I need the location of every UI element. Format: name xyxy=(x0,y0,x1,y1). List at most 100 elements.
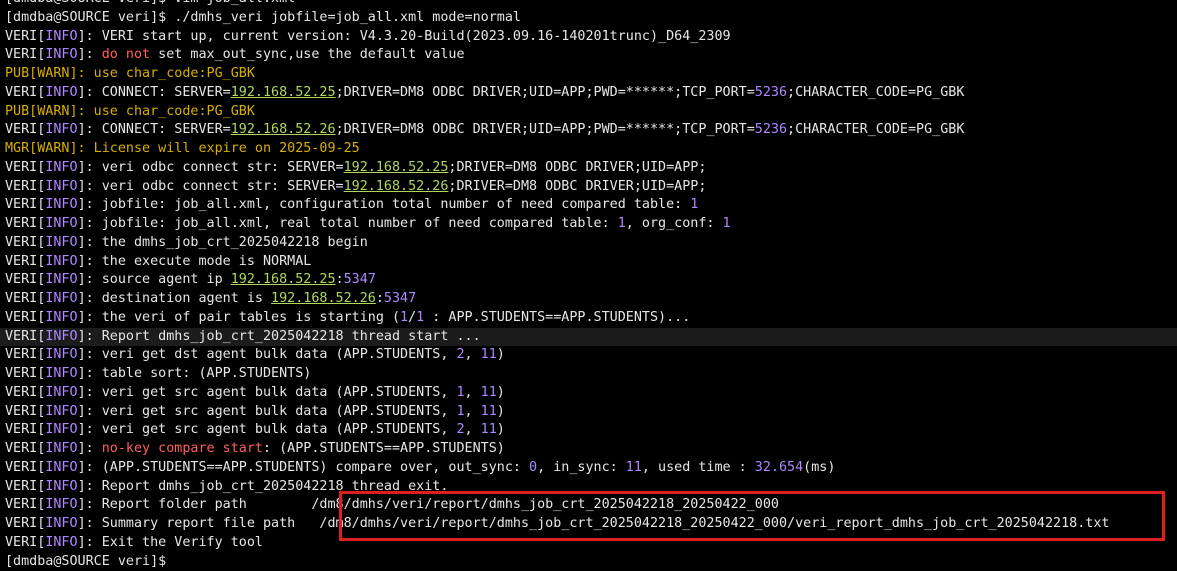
terminal-text-segment: INFO xyxy=(45,385,77,400)
terminal-text-segment: set max_out_sync,use the default value xyxy=(150,47,464,62)
terminal-line: VERI[INFO]: jobfile: job_all.xml, real t… xyxy=(0,215,1177,234)
terminal-text-segment: VERI xyxy=(5,179,37,194)
terminal-text-segment: 5236 xyxy=(755,85,787,100)
terminal-text-segment: VERI xyxy=(5,441,37,456)
terminal-text-segment: 1 xyxy=(618,216,626,231)
terminal-text-segment: 11 xyxy=(481,347,497,362)
terminal-text-segment: INFO xyxy=(45,235,77,250)
terminal-text-segment: VERI xyxy=(5,310,37,325)
terminal-text-segment: 1 xyxy=(723,216,731,231)
terminal-text-segment: INFO xyxy=(45,47,77,62)
terminal-text-segment: INFO xyxy=(45,254,77,269)
terminal-text-segment: ]: veri get src agent bulk data (APP.STU… xyxy=(78,404,457,419)
terminal-line: [dmdba@SOURCE veri]$ vim job_all.xml xyxy=(0,0,1177,9)
terminal-line: VERI[INFO]: Exit the Verify tool xyxy=(0,534,1177,553)
terminal-text-segment: VERI xyxy=(5,216,37,231)
terminal-text-segment: ]: Exit the Verify tool xyxy=(78,535,263,550)
terminal-text-segment: INFO xyxy=(45,272,77,287)
terminal-text-segment: 11 xyxy=(481,404,497,419)
terminal-text-segment: ]: veri get src agent bulk data (APP.STU… xyxy=(78,422,457,437)
terminal-text-segment: ]: xyxy=(78,441,102,456)
terminal-text-segment: INFO xyxy=(45,85,77,100)
terminal-text-segment: 5347 xyxy=(344,272,376,287)
terminal-text-segment: INFO xyxy=(45,291,77,306)
terminal-text-segment: : (APP.STUDENTS==APP.STUDENTS) xyxy=(263,441,505,456)
terminal-line: VERI[INFO]: source agent ip 192.168.52.2… xyxy=(0,271,1177,290)
terminal-text-segment: 192.168.52.25 xyxy=(231,272,336,287)
terminal-text-segment: INFO xyxy=(45,460,77,475)
terminal-text-segment: INFO xyxy=(45,160,77,175)
terminal-text-segment: VERI xyxy=(5,235,37,250)
terminal-line: VERI[INFO]: the dmhs_job_crt_2025042218 … xyxy=(0,234,1177,253)
terminal-text-segment: ]: table sort: (APP.STUDENTS) xyxy=(78,366,312,381)
terminal-text-segment: 1 xyxy=(690,197,698,212)
terminal-line: [dmdba@SOURCE veri]$ xyxy=(0,553,1177,571)
terminal-text-segment: [dmdba@SOURCE veri]$ vim job_all.xml xyxy=(5,0,295,6)
terminal-text-segment: , xyxy=(465,404,481,419)
terminal-line: VERI[INFO]: Report dmhs_job_crt_20250422… xyxy=(0,478,1177,497)
terminal-line: PUB[WARN]: use char_code:PG_GBK xyxy=(0,103,1177,122)
terminal-line: [dmdba@SOURCE veri]$ ./dmhs_veri jobfile… xyxy=(0,9,1177,28)
terminal-text-segment: INFO xyxy=(45,535,77,550)
terminal-text-segment: ;CHARACTER_CODE=PG_GBK xyxy=(787,85,964,100)
terminal-text-segment: ]: (APP.STUDENTS==APP.STUDENTS) compare … xyxy=(78,460,529,475)
terminal-text-segment: : xyxy=(336,272,344,287)
terminal-text-segment: VERI xyxy=(5,366,37,381)
terminal-line: VERI[INFO]: veri get src agent bulk data… xyxy=(0,403,1177,422)
terminal-line: VERI[INFO]: CONNECT: SERVER=192.168.52.2… xyxy=(0,84,1177,103)
terminal-text-segment: ;DRIVER=DM8 ODBC DRIVER;UID=APP;PWD=****… xyxy=(336,85,755,100)
terminal-text-segment: 0 xyxy=(529,460,537,475)
terminal-text-segment: VERI xyxy=(5,197,37,212)
terminal-line: VERI[INFO]: (APP.STUDENTS==APP.STUDENTS)… xyxy=(0,459,1177,478)
terminal-line: VERI[INFO]: VERI start up, current versi… xyxy=(0,28,1177,47)
terminal-text-segment: ) xyxy=(497,385,505,400)
terminal-output[interactable]: [dmdba@SOURCE veri]$ vim job_all.xml [dmd… xyxy=(0,0,1177,571)
terminal-text-segment: VERI xyxy=(5,497,37,512)
terminal-text-segment: 192.168.52.25 xyxy=(231,85,336,100)
terminal-text-segment: 192.168.52.26 xyxy=(231,122,336,137)
terminal-text-segment: INFO xyxy=(45,366,77,381)
terminal-text-segment: PUB[WARN]: use char_code:PG_GBK xyxy=(5,66,255,81)
terminal-text-segment: INFO xyxy=(45,216,77,231)
terminal-text-segment: ]: the execute mode is NORMAL xyxy=(78,254,312,269)
terminal-text-segment: / xyxy=(408,310,416,325)
terminal-text-segment: ]: CONNECT: SERVER= xyxy=(78,122,231,137)
terminal-text-segment: [dmdba@SOURCE veri]$ xyxy=(5,10,174,25)
terminal-line: VERI[INFO]: destination agent is 192.168… xyxy=(0,290,1177,309)
terminal-text-segment: , in_sync: xyxy=(537,460,626,475)
terminal-line: VERI[INFO]: Report dmhs_job_crt_20250422… xyxy=(0,328,1177,347)
terminal-text-segment: 5236 xyxy=(755,122,787,137)
terminal-text-segment: : APP.STUDENTS==APP.STUDENTS)... xyxy=(424,310,690,325)
terminal-line: VERI[INFO]: jobfile: job_all.xml, config… xyxy=(0,196,1177,215)
terminal-text-segment: 11 xyxy=(626,460,642,475)
terminal-text-segment: 1 xyxy=(456,404,464,419)
terminal-line: VERI[INFO]: veri get src agent bulk data… xyxy=(0,384,1177,403)
terminal-text-segment: 2 xyxy=(456,422,464,437)
terminal-text-segment: ;CHARACTER_CODE=PG_GBK xyxy=(787,122,964,137)
terminal-text-segment: do not xyxy=(102,47,150,62)
terminal-text-segment: INFO xyxy=(45,29,77,44)
terminal-text-segment: ;DRIVER=DM8 ODBC DRIVER;UID=APP; xyxy=(448,160,706,175)
terminal-text-segment: VERI xyxy=(5,254,37,269)
terminal-text-segment: ]: destination agent is xyxy=(78,291,271,306)
terminal-line: VERI[INFO]: Summary report file path /dm… xyxy=(0,515,1177,534)
terminal-text-segment: INFO xyxy=(45,179,77,194)
terminal-text-segment: INFO xyxy=(45,310,77,325)
terminal-line: VERI[INFO]: table sort: (APP.STUDENTS) xyxy=(0,365,1177,384)
terminal-text-segment: ]: CONNECT: SERVER= xyxy=(78,85,231,100)
terminal-text-segment: INFO xyxy=(45,422,77,437)
terminal-text-segment: 192.168.52.25 xyxy=(344,160,449,175)
terminal-text-segment: 1 xyxy=(456,385,464,400)
terminal-text-segment: ]: veri odbc connect str: SERVER= xyxy=(78,160,344,175)
terminal-text-segment: , xyxy=(465,385,481,400)
terminal-line: VERI[INFO]: veri get src agent bulk data… xyxy=(0,421,1177,440)
terminal-text-segment: VERI xyxy=(5,272,37,287)
terminal-line: VERI[INFO]: do not set max_out_sync,use … xyxy=(0,46,1177,65)
terminal-text-segment: VERI xyxy=(5,516,37,531)
terminal-text-segment: no-key compare start xyxy=(102,441,263,456)
terminal-line: VERI[INFO]: no-key compare start: (APP.S… xyxy=(0,440,1177,459)
terminal-line: VERI[INFO]: CONNECT: SERVER=192.168.52.2… xyxy=(0,121,1177,140)
terminal-text-segment: 5347 xyxy=(384,291,416,306)
terminal-text-segment: ) xyxy=(497,347,505,362)
terminal-text-segment: , used time : xyxy=(642,460,755,475)
